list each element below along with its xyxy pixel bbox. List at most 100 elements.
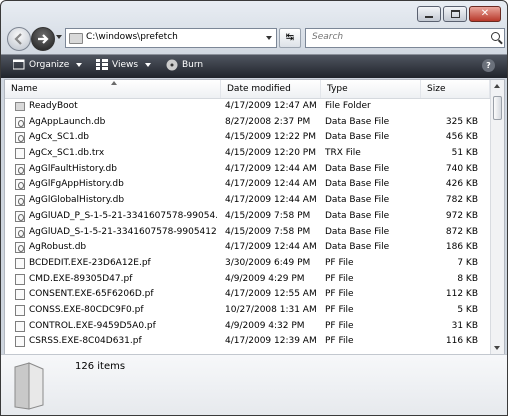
- address-dropdown-icon[interactable]: [266, 36, 272, 40]
- file-type: PF File: [325, 336, 354, 347]
- table-row[interactable]: AgGlGlobalHistory.db 4/17/2009 12:44 AM Da…: [5, 193, 490, 209]
- maximize-button[interactable]: [443, 6, 467, 22]
- table-row[interactable]: CONSENT.EXE-65F6206D.pf 4/17/2009 12:55 A…: [5, 287, 490, 303]
- file-type: TRX File: [325, 148, 361, 159]
- help-icon: ?: [486, 61, 491, 70]
- item-count: 126 items: [75, 361, 126, 372]
- file-date: 3/30/2009 6:49 PM: [225, 257, 311, 268]
- burn-button[interactable]: Burn: [166, 59, 203, 71]
- file-icon: [15, 320, 25, 332]
- file-date: 4/17/2009 12:47 AM: [225, 101, 317, 111]
- search-input[interactable]: [310, 31, 484, 43]
- recent-pages-dropdown[interactable]: [56, 35, 62, 39]
- table-row[interactable]: AgRobust.db 4/17/2009 12:44 AM Data Base F…: [5, 240, 490, 256]
- vertical-scrollbar[interactable]: [490, 80, 504, 354]
- address-bar[interactable]: C:\windows\prefetch: [65, 28, 277, 48]
- file-type: PF File: [325, 257, 354, 268]
- views-button[interactable]: Views: [96, 59, 152, 70]
- burn-label: Burn: [182, 60, 204, 70]
- table-row[interactable]: BCDEDIT.EXE-23D6A12E.pf 3/30/2009 6:49 PM…: [5, 256, 490, 272]
- refresh-button[interactable]: ↹: [279, 28, 301, 48]
- file-list: Name Date modified Type Size ReadyBoot 4/…: [4, 79, 505, 355]
- table-row[interactable]: AgGlFgAppHistory.db 4/17/2009 12:44 AM Dat…: [5, 177, 490, 193]
- table-row[interactable]: AgGlFaultHistory.db 4/17/2009 12:44 AM Dat…: [5, 162, 490, 178]
- column-date-modified[interactable]: Date modified: [221, 80, 321, 98]
- file-type: PF File: [325, 289, 354, 300]
- file-type: Data Base File: [325, 195, 390, 206]
- navigation-bar: C:\windows\prefetch ↹: [7, 27, 505, 51]
- table-row[interactable]: AgGlUAD_P_S-1-5-21-3341607578-99054... 4/…: [5, 209, 490, 225]
- file-date: 4/17/2009 12:44 AM: [225, 163, 317, 174]
- minimize-button[interactable]: [417, 6, 441, 22]
- disc-icon: [166, 59, 178, 71]
- file-type: File Folder: [325, 101, 371, 111]
- table-row[interactable]: CMD.EXE-89305D47.pf 4/9/2009 4:29 PM PF Fi…: [5, 272, 490, 288]
- details-pane: 126 items: [1, 354, 507, 415]
- file-name: CSRSS.EXE-8C04D631.pf: [29, 336, 142, 347]
- file-date: 4/17/2009 12:39 AM: [225, 336, 317, 347]
- forward-arrow-icon: [38, 34, 49, 44]
- minimize-icon: [425, 15, 433, 18]
- file-size: 972 KB: [445, 210, 478, 221]
- table-row[interactable]: ReadyBoot 4/17/2009 12:47 AM File Folder: [5, 99, 490, 115]
- database-file-icon: [15, 179, 25, 191]
- maximize-icon: [450, 10, 460, 18]
- forward-button[interactable]: [31, 27, 55, 51]
- file-name: CONTROL.EXE-9459D5A0.pf: [29, 320, 156, 331]
- database-file-icon: [15, 242, 25, 254]
- database-file-icon: [15, 132, 25, 144]
- database-file-icon: [15, 163, 25, 175]
- column-name[interactable]: Name: [5, 80, 221, 98]
- organize-button[interactable]: Organize: [13, 59, 83, 70]
- table-row[interactable]: AgCx_SC1.db 4/15/2009 12:22 PM Data Base F…: [5, 130, 490, 146]
- scroll-down-icon[interactable]: [494, 346, 500, 350]
- scroll-thumb[interactable]: [493, 96, 502, 120]
- file-name: AgGlFaultHistory.db: [29, 163, 117, 174]
- file-type: Data Base File: [325, 210, 390, 221]
- table-row[interactable]: AgAppLaunch.db 8/27/2008 2:37 PM Data Base…: [5, 115, 490, 131]
- file-date: 4/15/2009 12:20 PM: [225, 148, 316, 159]
- file-date: 8/27/2008 2:37 PM: [225, 116, 311, 127]
- file-icon: [15, 336, 25, 348]
- file-size: 116 KB: [445, 336, 478, 347]
- column-type[interactable]: Type: [321, 80, 421, 98]
- file-type: Data Base File: [325, 179, 390, 190]
- file-icon: [15, 148, 25, 160]
- back-button[interactable]: [7, 27, 31, 51]
- file-size: 740 KB: [445, 163, 478, 174]
- column-date-label: Date modified: [227, 84, 291, 94]
- organize-label: Organize: [29, 59, 70, 70]
- help-button[interactable]: ?: [482, 59, 495, 72]
- file-type: Data Base File: [325, 116, 390, 127]
- file-name: AgCx_SC1.db: [29, 132, 89, 143]
- table-row[interactable]: AgCx_SC1.db.trx 4/15/2009 12:20 PM TRX Fil…: [5, 146, 490, 162]
- database-file-icon: [15, 116, 25, 128]
- table-row[interactable]: CONSS.EXE-80CDC9F0.pf 10/27/2008 1:31 AM P…: [5, 303, 490, 319]
- command-toolbar: Organize Views Burn ?: [1, 54, 507, 78]
- scroll-up-icon[interactable]: [494, 84, 500, 88]
- search-icon[interactable]: [491, 32, 500, 41]
- file-name: AgGlGlobalHistory.db: [29, 195, 125, 206]
- file-type: PF File: [325, 320, 354, 331]
- file-size: 51 KB: [451, 148, 478, 159]
- search-box[interactable]: [305, 28, 505, 48]
- column-size[interactable]: Size: [421, 80, 490, 98]
- table-row[interactable]: CSRSS.EXE-8C04D631.pf 4/17/2009 12:39 AM P…: [5, 334, 490, 350]
- file-size: 426 KB: [445, 179, 478, 190]
- folder-icon: [15, 102, 25, 111]
- close-button[interactable]: ✕: [469, 6, 501, 22]
- file-size: 8 KB: [457, 273, 478, 284]
- file-type: Data Base File: [325, 242, 390, 253]
- file-type: PF File: [325, 273, 354, 284]
- file-name: AgRobust.db: [29, 242, 87, 253]
- table-row[interactable]: AgGlUAD_S-1-5-21-3341607578-9905412... 4/…: [5, 225, 490, 241]
- file-date: 4/17/2009 12:44 AM: [225, 195, 317, 206]
- table-row[interactable]: CONTROL.EXE-9459D5A0.pf 4/9/2009 4:32 PM P…: [5, 319, 490, 335]
- organize-icon: [13, 59, 25, 70]
- file-rows: ReadyBoot 4/17/2009 12:47 AM File Folder A…: [5, 99, 490, 350]
- file-name: ReadyBoot: [29, 101, 78, 111]
- database-file-icon: [15, 195, 25, 207]
- file-name: CONSENT.EXE-65F6206D.pf: [29, 289, 154, 300]
- file-date: 4/9/2009 4:29 PM: [225, 273, 305, 284]
- chevron-down-icon: [76, 62, 83, 67]
